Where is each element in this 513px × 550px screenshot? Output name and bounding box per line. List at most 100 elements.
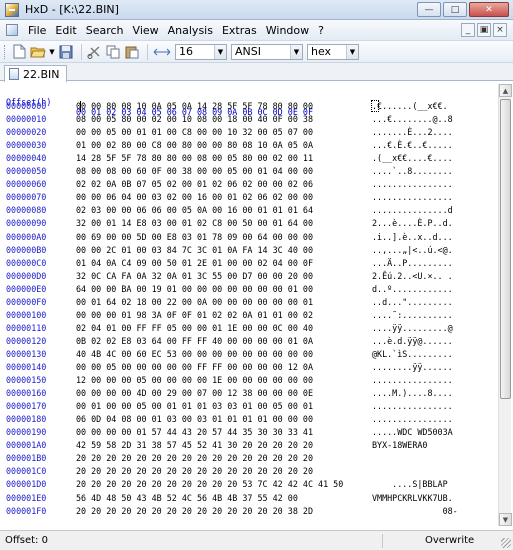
- row-ascii-text[interactable]: @KL.`ìS.........: [372, 349, 453, 359]
- maximize-button[interactable]: □: [443, 2, 467, 17]
- copy-icon[interactable]: [105, 44, 121, 60]
- menu-search[interactable]: Search: [82, 24, 128, 37]
- row-ascii-text[interactable]: [372, 453, 453, 463]
- tab-22-bin[interactable]: 22.BIN: [4, 65, 67, 82]
- menu-analysis[interactable]: Analysis: [164, 24, 217, 37]
- row-hex-bytes[interactable]: 01 00 02 80 00 C8 00 80 00 00 80 08 10 0…: [76, 140, 313, 150]
- row-hex-bytes[interactable]: 20 20 20 20 20 20 20 20 20 20 20 20 20 2…: [76, 506, 313, 516]
- row-hex-bytes[interactable]: 02 04 01 00 FF FF 05 00 00 01 1E 00 00 0…: [76, 323, 313, 333]
- row-hex-bytes[interactable]: 00 69 00 00 5D 00 E8 03 01 78 09 00 64 0…: [76, 232, 313, 242]
- row-ascii-text[interactable]: ...€........@..8: [372, 114, 453, 124]
- open-folder-icon[interactable]: [30, 44, 46, 60]
- menu-extras[interactable]: Extras: [218, 24, 261, 37]
- paste-icon[interactable]: [124, 44, 140, 60]
- row-ascii-text[interactable]: ..,...„|<..ú.<@.: [372, 245, 453, 255]
- cut-icon[interactable]: [86, 44, 102, 60]
- row-hex-bytes[interactable]: 20 20 20 20 20 20 20 20 20 20 20 20 20 2…: [76, 466, 313, 476]
- resize-grip-icon[interactable]: [501, 538, 511, 548]
- row-hex-bytes[interactable]: 0B 02 02 E8 03 64 00 FF FF 40 00 00 00 0…: [76, 336, 313, 346]
- chevron-down-icon[interactable]: ▼: [290, 44, 302, 59]
- row-ascii-text[interactable]: ...............d: [372, 205, 453, 215]
- document-menu-icon[interactable]: [6, 24, 18, 36]
- row-ascii-text[interactable]: ................: [372, 414, 453, 424]
- row-hex-bytes[interactable]: 00 00 05 00 00 00 00 00 FF FF 00 00 00 0…: [76, 362, 313, 372]
- row-hex-bytes[interactable]: 08 00 05 80 00 02 00 10 08 00 18 00 40 0…: [76, 114, 313, 124]
- row-ascii-text[interactable]: ................: [372, 375, 453, 385]
- row-hex-bytes[interactable]: 40 4B 4C 00 60 EC 53 00 00 00 00 00 00 0…: [76, 349, 313, 359]
- row-ascii-text[interactable]: d..º............: [372, 284, 453, 294]
- doc-minimize-button[interactable]: _: [461, 23, 475, 37]
- row-hex-bytes[interactable]: 14 28 5F 5F 78 80 80 00 08 00 05 80 00 0…: [76, 153, 313, 163]
- row-hex-bytes[interactable]: 06 0D 04 08 00 01 03 00 03 01 01 01 01 0…: [76, 414, 313, 424]
- row-hex-bytes[interactable]: 32 0C CA FA 0A 32 0A 01 3C 55 00 D7 00 0…: [76, 271, 313, 281]
- scrollbar-thumb[interactable]: [500, 99, 511, 399]
- menu-window[interactable]: Window: [262, 24, 313, 37]
- scroll-down-button[interactable]: ▼: [499, 513, 512, 526]
- row-ascii-text[interactable]: .€......(__x€€.: [372, 101, 448, 111]
- row-ascii-text[interactable]: ....`..8........: [372, 166, 453, 176]
- menu-view[interactable]: View: [129, 24, 163, 37]
- row-hex-bytes[interactable]: 00 00 00 01 98 3A 0F 0F 01 02 02 0A 01 0…: [76, 310, 313, 320]
- row-ascii-text[interactable]: 08-: [372, 506, 458, 516]
- row-ascii-text[interactable]: ..d...".........: [372, 297, 453, 307]
- row-ascii-text[interactable]: VMMHPCKRLVKK7UB.: [372, 493, 453, 503]
- status-edit-mode[interactable]: Overwrite: [425, 535, 474, 546]
- row-hex-bytes[interactable]: 00 00 2C 01 00 03 84 7C 3C 01 0A FA 14 3…: [76, 245, 313, 255]
- scroll-up-button[interactable]: ▲: [499, 84, 512, 97]
- row-ascii-text[interactable]: ....M.)....8....: [372, 388, 453, 398]
- row-ascii-text[interactable]: ........ÿÿ......: [372, 362, 453, 372]
- row-hex-bytes[interactable]: 00 00 80 08 10 0A 05 0A 14 28 5F 5F 78 8…: [76, 101, 313, 111]
- charset-select[interactable]: ANSI ▼: [231, 43, 303, 60]
- row-hex-bytes[interactable]: 08 00 08 00 60 0F 00 38 00 00 05 00 01 0…: [76, 166, 313, 176]
- menu-file[interactable]: File: [24, 24, 50, 37]
- chevron-down-icon[interactable]: ▼: [214, 44, 226, 59]
- row-ascii-text[interactable]: BYX-18WERA0: [372, 440, 453, 450]
- row-hex-bytes[interactable]: 00 00 00 00 01 57 44 43 20 57 44 35 30 3…: [76, 427, 313, 437]
- row-hex-bytes[interactable]: 00 01 64 02 18 00 22 00 0A 00 00 00 00 0…: [76, 297, 313, 307]
- row-hex-bytes[interactable]: 02 02 0A 0B 07 05 02 00 01 02 06 02 00 0…: [76, 179, 313, 189]
- row-hex-bytes[interactable]: 32 00 01 14 E8 03 00 01 02 C8 00 50 00 0…: [76, 218, 313, 228]
- row-hex-bytes[interactable]: 42 59 58 2D 31 38 57 45 52 41 30 20 20 2…: [76, 440, 313, 450]
- row-ascii-text[interactable]: .......È...2....: [372, 127, 453, 137]
- new-file-icon[interactable]: [11, 44, 27, 60]
- row-hex-bytes[interactable]: 56 4D 48 50 43 4B 52 4C 56 4B 4B 37 55 4…: [76, 493, 298, 503]
- menu-help[interactable]: ?: [314, 24, 328, 37]
- menu-edit[interactable]: Edit: [51, 24, 80, 37]
- offset-base-select[interactable]: hex ▼: [307, 43, 359, 60]
- row-ascii-text[interactable]: [372, 466, 453, 476]
- save-icon[interactable]: [58, 44, 74, 60]
- toolbar-grip[interactable]: [4, 44, 7, 59]
- row-hex-bytes[interactable]: 12 00 00 00 05 00 00 00 00 1E 00 00 00 0…: [76, 375, 313, 385]
- row-ascii-text[interactable]: ................: [372, 401, 453, 411]
- row-ascii-text[interactable]: ...€.È.€..€.....: [372, 140, 453, 150]
- row-ascii-text[interactable]: ....ÿÿ.........@: [372, 323, 453, 333]
- vertical-scrollbar[interactable]: ▲ ▼: [498, 84, 512, 526]
- row-ascii-text[interactable]: .i..].è..x..d...: [372, 232, 453, 242]
- chevron-down-icon[interactable]: ▼: [346, 44, 358, 59]
- row-hex-bytes[interactable]: 01 04 0A C4 09 00 50 01 2E 01 00 00 02 0…: [76, 258, 313, 268]
- row-hex-bytes[interactable]: 00 00 00 00 4D 00 29 00 07 00 12 38 00 0…: [76, 388, 313, 398]
- hex-editor-view[interactable]: Offset(h) 00 01 02 03 04 05 06 07 08 09 …: [4, 84, 498, 526]
- row-ascii-text[interactable]: 2...è....È.P..d.: [372, 218, 453, 228]
- row-ascii-text[interactable]: ....S|BBLAP: [372, 479, 447, 489]
- minimize-button[interactable]: —: [417, 2, 441, 17]
- bytes-per-row-select[interactable]: 16 ▼: [175, 43, 227, 60]
- open-dropdown-arrow-icon[interactable]: ▼: [49, 44, 55, 60]
- row-hex-bytes[interactable]: 00 00 05 00 01 01 00 C8 00 00 10 32 00 0…: [76, 127, 313, 137]
- row-hex-bytes[interactable]: 02 03 00 00 06 06 00 05 0A 00 16 00 01 0…: [76, 205, 313, 215]
- doc-restore-button[interactable]: ▣: [477, 23, 491, 37]
- doc-close-button[interactable]: ×: [493, 23, 507, 37]
- row-hex-bytes[interactable]: 00 01 00 00 05 00 01 01 01 03 03 01 00 0…: [76, 401, 313, 411]
- row-ascii-text[interactable]: .(__x€€....€....: [372, 153, 453, 163]
- row-ascii-text[interactable]: ................: [372, 179, 453, 189]
- row-hex-bytes[interactable]: 20 20 20 20 20 20 20 20 20 20 20 20 20 2…: [76, 453, 313, 463]
- row-ascii-text[interactable]: 2.Êú.2..<U.×.. .: [372, 271, 453, 281]
- close-button[interactable]: ✕: [469, 2, 509, 17]
- row-hex-bytes[interactable]: 20 20 20 20 20 20 20 20 20 20 20 53 7C 4…: [76, 479, 343, 489]
- row-ascii-text[interactable]: .....WDC WD5003A: [372, 427, 453, 437]
- row-ascii-text[interactable]: ....˜:..........: [372, 310, 453, 320]
- row-ascii-text[interactable]: ...è.d.ÿÿ@......: [372, 336, 453, 346]
- row-hex-bytes[interactable]: 00 00 06 04 00 03 02 00 16 00 01 02 06 0…: [76, 192, 313, 202]
- row-hex-bytes[interactable]: 64 00 00 BA 00 19 01 00 00 00 00 00 00 0…: [76, 284, 313, 294]
- row-ascii-text[interactable]: ...Ä..P.........: [372, 258, 453, 268]
